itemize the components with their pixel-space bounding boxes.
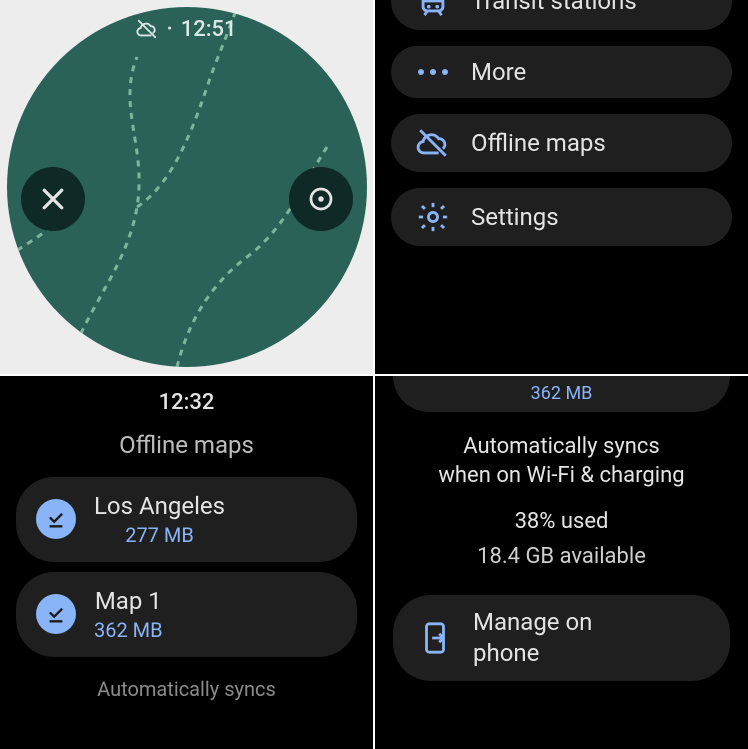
downloaded-badge [36,499,76,539]
download-check-icon [45,603,67,625]
dot-separator: · [166,17,172,42]
offline-maps-panel: 12:32 Offline maps Los Angeles 277 MB Ma… [0,376,373,749]
cloud-off-icon [136,18,158,40]
menu-item-transit-stations[interactable]: Transit stations [391,0,732,30]
manage-label-2: phone [473,638,592,669]
manage-label-1: Manage on [473,607,592,638]
phone-arrow-icon [415,621,455,655]
sync-message: Automatically syncs when on Wi-Fi & char… [375,412,748,497]
offline-map-item[interactable]: Los Angeles 277 MB [16,477,357,562]
menu-panel: Transit stations More Offline maps Setti… [375,0,748,374]
menu-item-label: Settings [471,203,559,231]
sync-caption: Automatically syncs [0,667,373,701]
close-button[interactable] [21,167,85,231]
status-time: 12:32 [0,376,373,415]
fragment-size: 362 MB [531,383,593,404]
storage-available: 18.4 GB available [375,534,748,569]
menu-item-label: Transit stations [471,0,637,15]
gear-icon [413,200,453,234]
storage-used: 38% used [375,497,748,534]
offline-map-item[interactable]: Map 1 362 MB [16,572,357,657]
status-time: 12:51 [181,17,237,42]
manage-on-phone-button[interactable]: Manage on phone [393,595,730,681]
map-size: 277 MB [94,522,225,548]
cloud-off-icon [413,126,453,160]
transit-icon [413,0,453,18]
menu-item-more[interactable]: More [391,46,732,98]
storage-panel: 362 MB Automatically syncs when on Wi-Fi… [375,376,748,749]
menu-item-settings[interactable]: Settings [391,188,732,246]
map-name: Los Angeles [94,491,225,522]
watch-face: · 12:51 [7,7,367,367]
prev-item-fragment: 362 MB [393,376,730,412]
locate-icon [306,184,336,214]
locate-button[interactable] [289,167,353,231]
menu-item-label: Offline maps [471,129,606,157]
download-check-icon [45,508,67,530]
map-name: Map 1 [94,586,163,617]
map-size: 362 MB [94,617,163,643]
downloaded-badge [36,594,76,634]
watch-map-panel: · 12:51 [0,0,373,374]
menu-item-offline-maps[interactable]: Offline maps [391,114,732,172]
close-icon [38,184,68,214]
page-title: Offline maps [0,415,373,467]
menu-item-label: More [471,58,526,86]
more-icon [413,69,453,75]
status-bar: · 12:51 [7,17,367,42]
